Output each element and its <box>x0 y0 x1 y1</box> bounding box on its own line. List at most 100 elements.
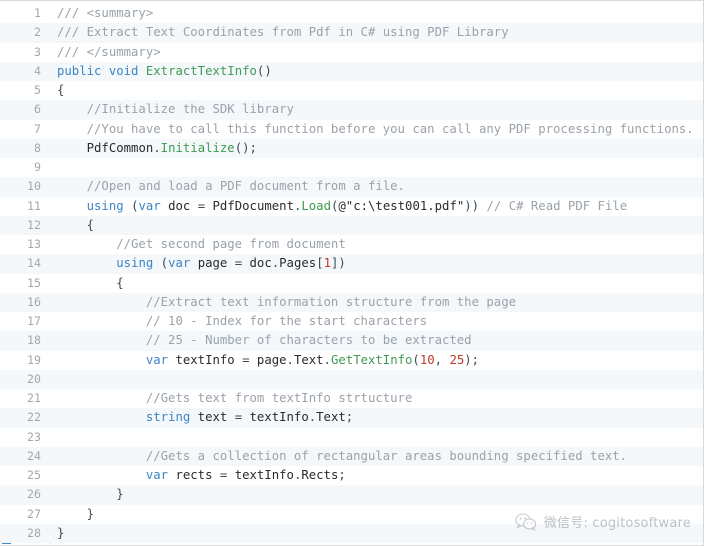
code-line-text: //Open and load a PDF document from a fi… <box>57 177 405 196</box>
code-line-text: var textInfo = page.Text.GetTextInfo(10,… <box>57 351 479 370</box>
code-token-plain: doc <box>160 198 198 213</box>
code-line[interactable]: 13 //Get second page from document <box>0 235 703 255</box>
code-token-punc: = <box>234 410 243 425</box>
code-token-punc: . <box>323 352 331 367</box>
code-token-punc: . <box>286 352 294 367</box>
code-token-punc: , <box>434 352 443 367</box>
code-token-punc: . <box>153 140 161 155</box>
code-line[interactable]: 5{ <box>0 81 703 101</box>
code-line-text: /// <summary> <box>57 4 153 23</box>
code-token-kw: var <box>168 256 191 271</box>
code-line[interactable]: 18 // 25 - Number of characters to be ex… <box>0 331 703 351</box>
code-line[interactable]: 1 /// <summary> <box>0 4 703 24</box>
code-token-plain: page <box>249 352 287 367</box>
code-line[interactable]: 7 //You have to call this function befor… <box>0 119 703 139</box>
line-number: 23 <box>27 429 41 444</box>
code-token-kw: var <box>138 198 161 213</box>
code-line-text: using (var doc = PdfDocument.Load(@"c:\t… <box>57 197 628 216</box>
code-token-doc: /// Extract Text Coordinates from Pdf in… <box>57 25 509 40</box>
code-line[interactable]: 9 <box>0 158 703 178</box>
code-line[interactable]: 15 { <box>0 273 703 293</box>
code-token-meth: GetTextInfo <box>330 352 413 367</box>
code-line[interactable]: 12 { <box>0 215 703 235</box>
code-line[interactable]: 22 string text = textInfo.Text; <box>0 408 703 428</box>
code-token-meth: Initialize <box>160 140 235 155</box>
code-token-kw: public <box>57 63 102 78</box>
code-scroll-area[interactable]: 1 /// <summary> 2 /// Extract Text Coordina… <box>0 4 703 544</box>
code-line[interactable]: 6 //Initialize the SDK library <box>0 100 703 120</box>
line-number: 7 <box>34 121 41 136</box>
code-token-kw: string <box>145 410 191 425</box>
code-token-type: PdfCommon <box>86 140 154 155</box>
code-line-text: //You have to call this function before … <box>57 120 694 139</box>
code-token-punc: = <box>234 256 243 271</box>
code-line[interactable]: 4 public void ExtractTextInfo() <box>0 61 703 81</box>
code-line-text: } <box>57 485 124 504</box>
code-token-doc: /// <summary> <box>57 6 154 20</box>
line-number: 25 <box>27 468 41 482</box>
code-line[interactable]: 3 /// </summary> <box>0 42 703 62</box>
code-snippet-viewer[interactable]: 1 /// <summary> 2 /// Extract Text Coordina… <box>0 0 704 546</box>
code-line-text: var rects = textInfo.Rects; <box>57 466 346 485</box>
code-token-plain: Rects <box>301 468 339 482</box>
code-line[interactable]: 17 // 10 - Index for the start character… <box>0 312 703 332</box>
code-token-plain: Text <box>293 352 324 367</box>
code-line[interactable]: 16 //Extract text information structure … <box>0 292 703 312</box>
code-line-text: } <box>57 505 94 524</box>
code-line[interactable]: 14 using (var page = doc.Pages[1]) <box>0 254 703 274</box>
line-number: 15 <box>27 275 41 290</box>
line-number: 21 <box>27 391 41 405</box>
code-token-punc: } <box>57 487 124 502</box>
code-line[interactable]: 19 var textInfo = page.Text.GetTextInfo(… <box>0 350 703 370</box>
code-token-com: //Open and load a PDF document from a fi… <box>57 179 405 194</box>
code-token-kw: using <box>86 198 124 213</box>
line-number: 24 <box>27 448 41 463</box>
line-number: 5 <box>34 83 41 97</box>
line-number: 26 <box>27 487 41 502</box>
code-line-text: } <box>57 524 64 543</box>
code-line[interactable]: 2 /// Extract Text Coordinates from Pdf i… <box>0 23 703 43</box>
code-token-meth: Load <box>301 198 331 213</box>
line-number: 4 <box>34 63 41 78</box>
code-line[interactable]: 21 //Gets text from textInfo strtucture <box>0 389 703 409</box>
code-line-text: //Gets text from textInfo strtucture <box>57 389 413 408</box>
code-token-punc: ); <box>464 352 480 367</box>
code-token-plain: textInfo <box>227 468 294 482</box>
code-token-plain: rects <box>168 468 220 482</box>
line-number: 2 <box>34 25 41 40</box>
code-token-plain: text <box>190 410 235 425</box>
code-line-text: public void ExtractTextInfo() <box>57 62 272 81</box>
code-token-com: //Extract text information structure fro… <box>57 294 517 309</box>
code-line[interactable]: 10 //Open and load a PDF document from a… <box>0 177 703 197</box>
code-line-text: // 10 - Index for the start characters <box>57 312 427 331</box>
line-number: 6 <box>34 102 41 117</box>
code-line-text: string text = textInfo.Text; <box>57 408 353 427</box>
code-line[interactable]: 24 //Gets a collection of rectangular ar… <box>0 446 703 466</box>
code-line[interactable]: 20 <box>0 369 703 389</box>
line-number: 27 <box>27 506 41 521</box>
code-line[interactable]: 23 <box>0 427 703 447</box>
line-number: 10 <box>27 179 41 194</box>
code-line[interactable]: 8 PdfCommon.Initialize(); <box>0 138 703 158</box>
code-token-punc: = <box>242 352 250 367</box>
code-line[interactable]: 28} <box>0 523 703 543</box>
code-line[interactable]: 25 var rects = textInfo.Rects; <box>0 466 703 486</box>
line-number: 28 <box>27 525 41 540</box>
code-line[interactable]: 26 } <box>0 485 703 505</box>
code-token-num: 10 <box>419 352 435 367</box>
code-line-text: PdfCommon.Initialize(); <box>57 139 257 158</box>
code-line[interactable]: 27 } <box>0 504 703 524</box>
code-token-punc: { <box>57 217 95 232</box>
code-token-com: //Initialize the SDK library <box>57 102 294 117</box>
code-token-punc: ]) <box>331 256 346 271</box>
code-token-punc: ( <box>412 352 420 367</box>
code-line-text: //Gets a collection of rectangular areas… <box>57 447 627 466</box>
code-line[interactable]: 11 using (var doc = PdfDocument.Load(@"c… <box>0 196 703 216</box>
